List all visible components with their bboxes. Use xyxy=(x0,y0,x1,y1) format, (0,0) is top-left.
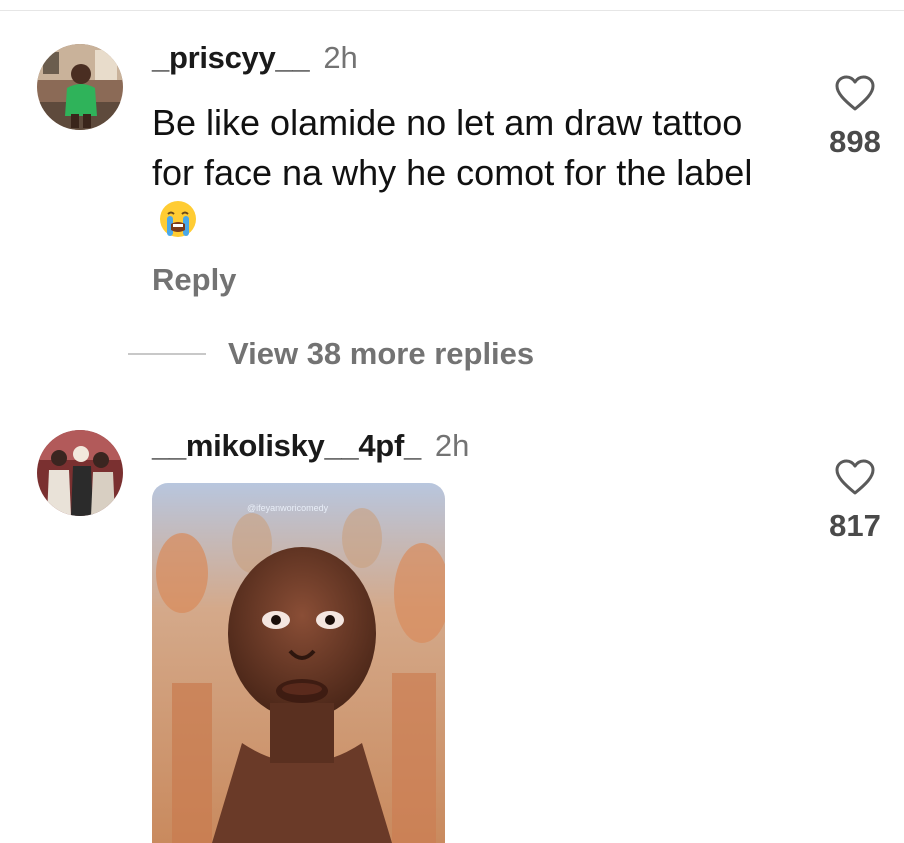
comment-text: Be like olamide no let am draw tattoo fo… xyxy=(152,98,772,252)
timestamp: 2h xyxy=(323,40,358,75)
heart-icon[interactable] xyxy=(834,458,876,496)
like-count: 817 xyxy=(829,508,881,543)
like-control: 817 xyxy=(810,458,900,544)
crying-face-emoji-icon xyxy=(158,199,198,252)
view-more-replies-label: View 38 more replies xyxy=(228,336,535,371)
replies-divider xyxy=(128,353,206,355)
comment-meta: _priscyy__ 2h xyxy=(152,40,358,76)
username[interactable]: _priscyy__ xyxy=(152,40,310,76)
top-divider xyxy=(0,10,904,11)
username[interactable]: __mikolisky__4pf_ xyxy=(152,428,421,464)
comment-meta: __mikolisky__4pf_ 2h xyxy=(152,428,469,464)
like-count: 898 xyxy=(829,124,881,159)
comment-body: Be like olamide no let am draw tattoo fo… xyxy=(152,102,753,193)
reply-button[interactable]: Reply xyxy=(152,262,236,298)
like-control: 898 xyxy=(810,74,900,160)
heart-icon[interactable] xyxy=(834,74,876,112)
media-watermark: @ifeyanworicomedy xyxy=(247,503,329,513)
timestamp: 2h xyxy=(434,428,470,463)
view-more-replies-button[interactable]: View 38 more replies xyxy=(128,336,534,372)
avatar[interactable] xyxy=(37,430,123,516)
avatar[interactable] xyxy=(37,44,123,130)
comment-media-image[interactable]: @ifeyanworicomedy xyxy=(152,483,445,843)
